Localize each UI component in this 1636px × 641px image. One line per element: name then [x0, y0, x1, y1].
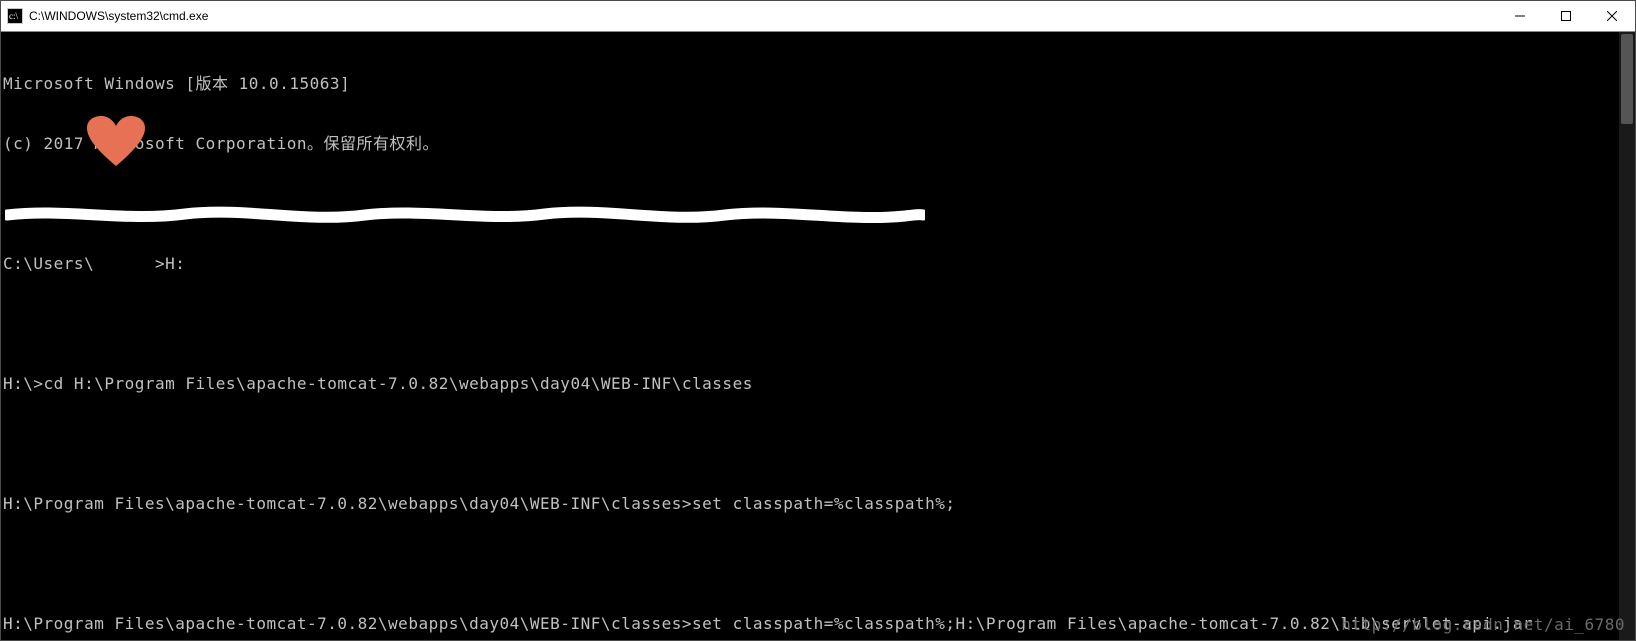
- terminal-output[interactable]: Microsoft Windows [版本 10.0.15063] (c) 20…: [1, 32, 1619, 640]
- cmd-window: c:\ C:\WINDOWS\system32\cmd.exe Microsof…: [0, 0, 1636, 641]
- close-button[interactable]: [1589, 1, 1635, 31]
- terminal-line: (c) 2017 Microsoft Corporation。保留所有权利。: [3, 134, 1617, 154]
- svg-text:c:\: c:\: [9, 11, 18, 21]
- close-icon: [1607, 11, 1617, 21]
- terminal-client-area: Microsoft Windows [版本 10.0.15063] (c) 20…: [1, 32, 1635, 640]
- terminal-line: C:\Users\ >H:: [3, 254, 1617, 274]
- terminal-line: Microsoft Windows [版本 10.0.15063]: [3, 74, 1617, 94]
- terminal-line: H:\Program Files\apache-tomcat-7.0.82\we…: [3, 494, 1617, 514]
- maximize-icon: [1561, 11, 1571, 21]
- minimize-button[interactable]: [1497, 1, 1543, 31]
- terminal-line: [3, 554, 1617, 574]
- terminal-line: [3, 194, 1617, 214]
- minimize-icon: [1515, 11, 1525, 21]
- terminal-line: H:\Program Files\apache-tomcat-7.0.82\we…: [3, 614, 1617, 634]
- scroll-thumb[interactable]: [1621, 34, 1633, 124]
- terminal-line: H:\>cd H:\Program Files\apache-tomcat-7.…: [3, 374, 1617, 394]
- vertical-scrollbar[interactable]: [1619, 32, 1635, 640]
- titlebar[interactable]: c:\ C:\WINDOWS\system32\cmd.exe: [1, 1, 1635, 32]
- terminal-line: [3, 314, 1617, 334]
- cmd-icon: c:\: [7, 8, 23, 24]
- maximize-button[interactable]: [1543, 1, 1589, 31]
- terminal-line: [3, 434, 1617, 454]
- window-title: C:\WINDOWS\system32\cmd.exe: [29, 9, 208, 23]
